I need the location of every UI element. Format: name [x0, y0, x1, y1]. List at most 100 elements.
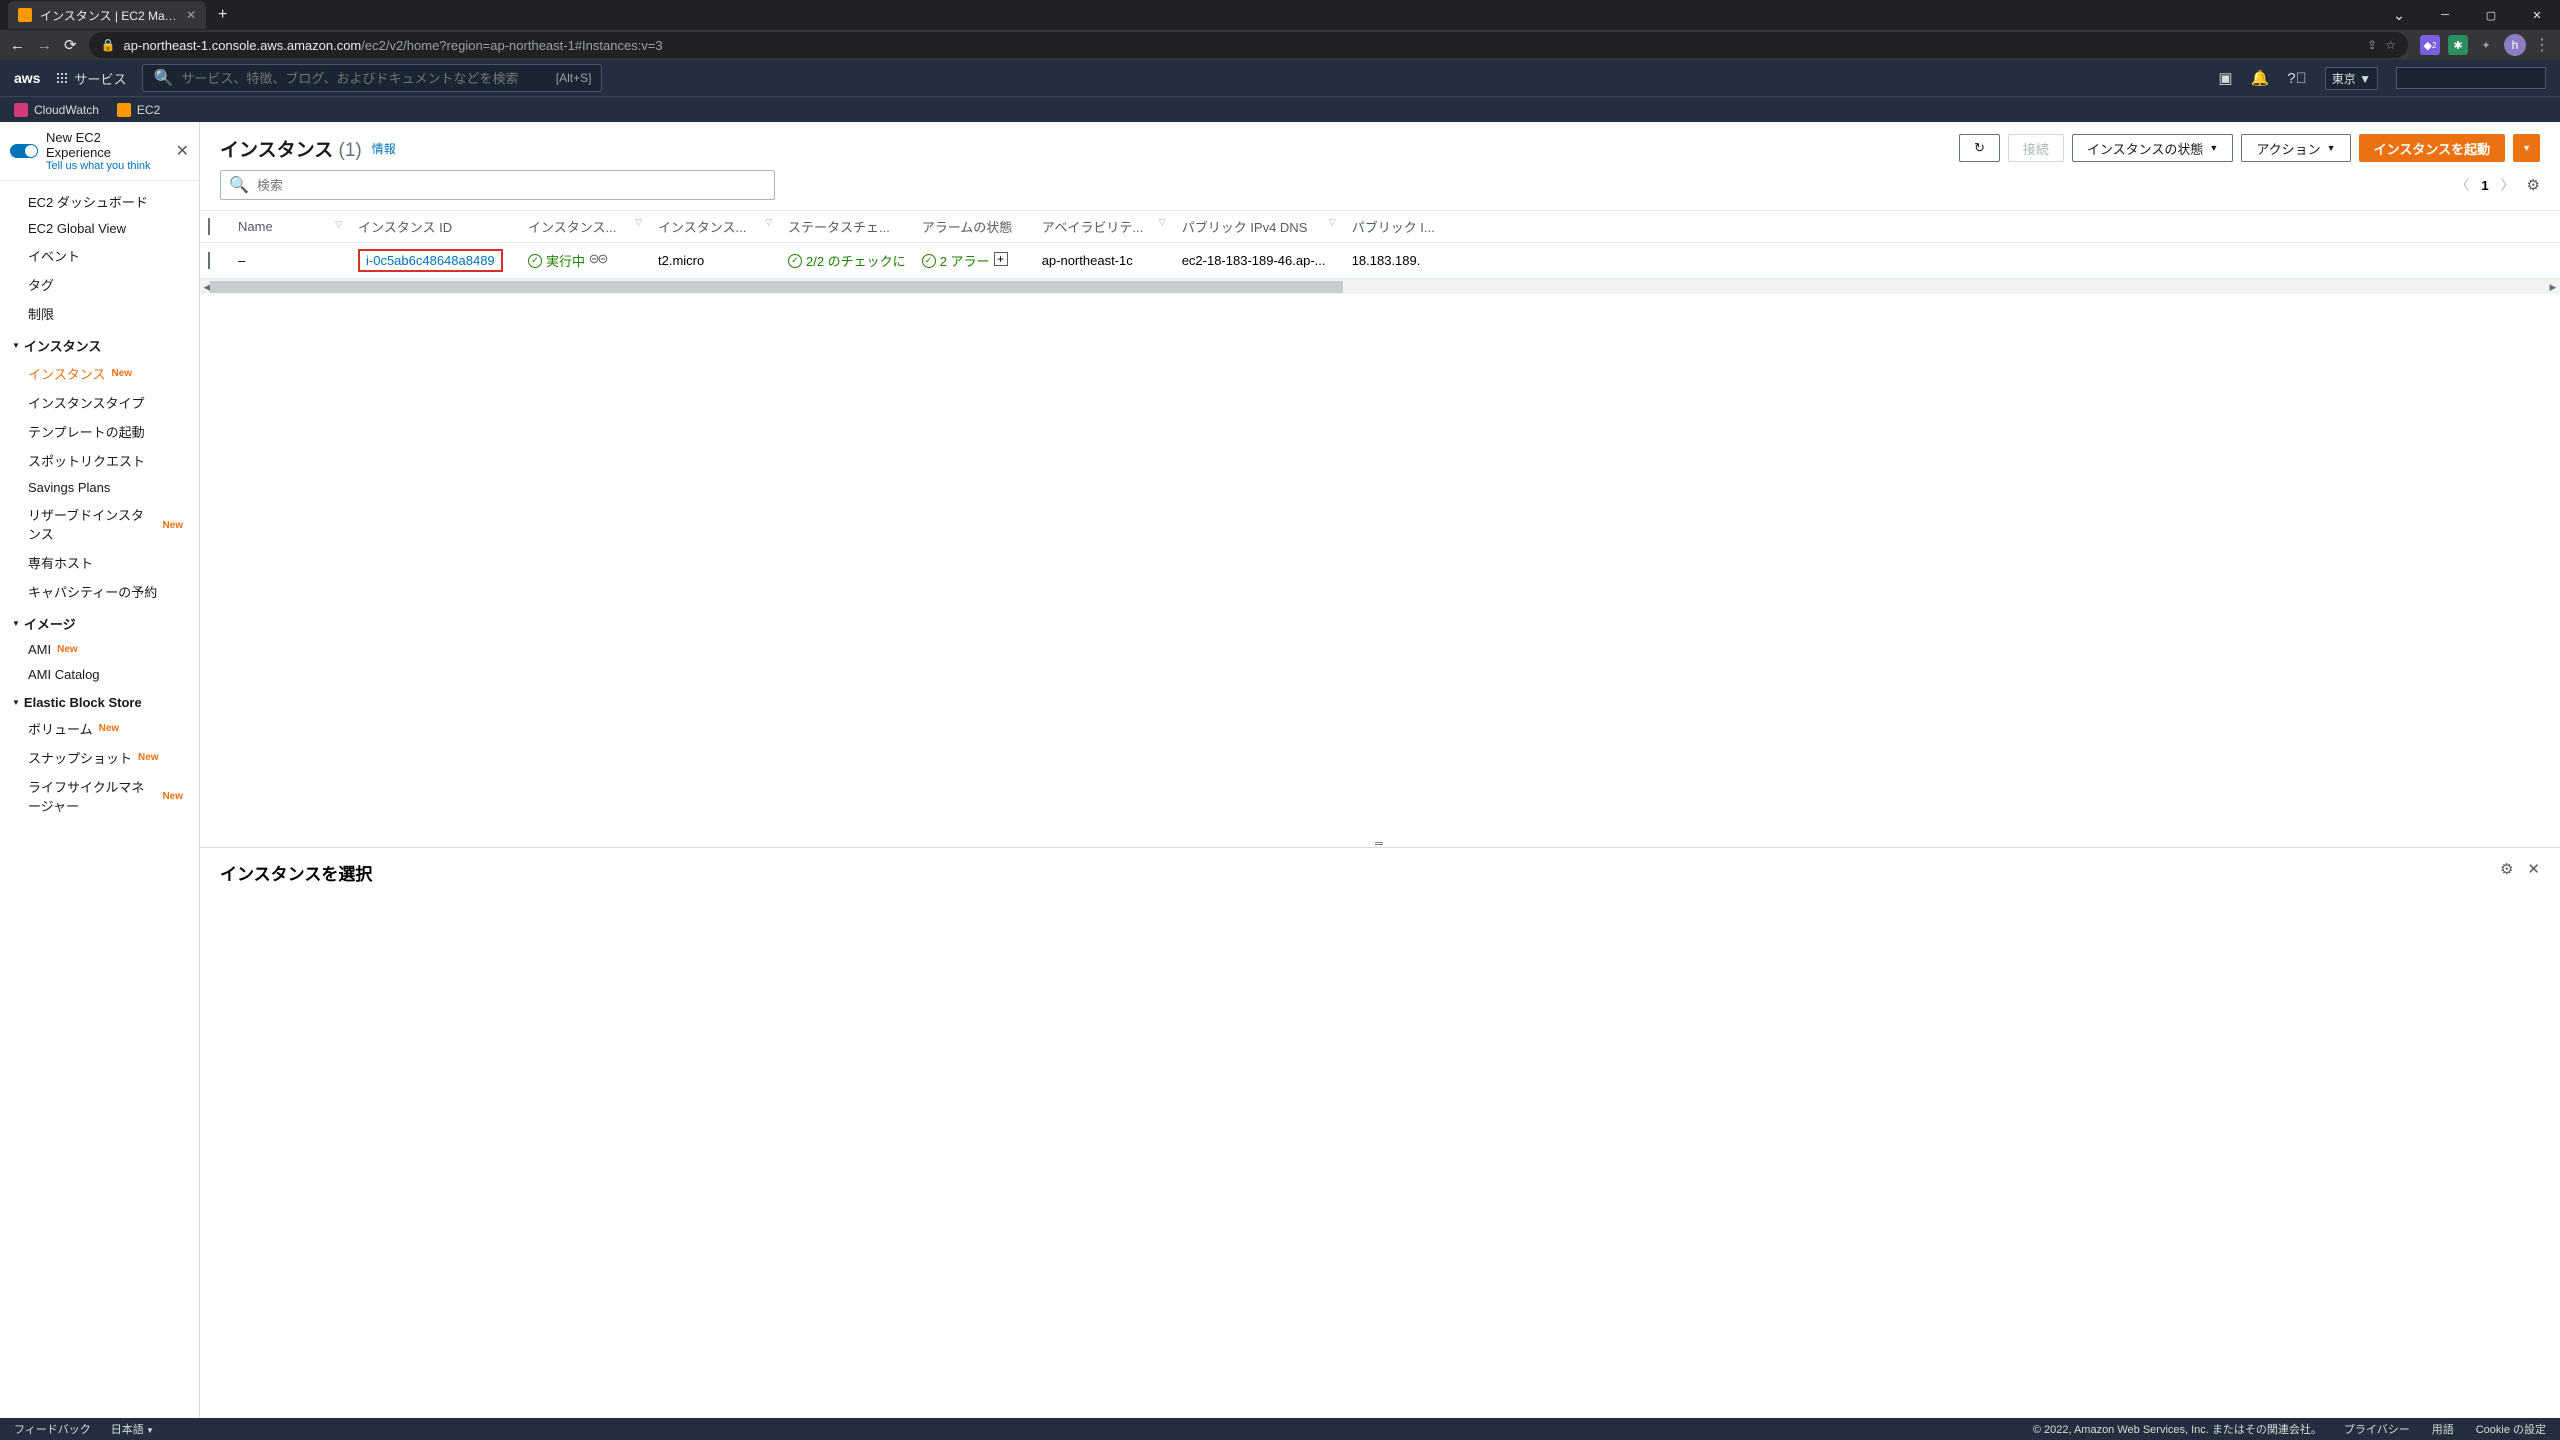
- bookmark-ec2[interactable]: EC2: [117, 103, 160, 117]
- col-status-check[interactable]: ステータスチェ...: [780, 211, 914, 243]
- nav-snapshots[interactable]: スナップショット New: [0, 743, 199, 772]
- page-prev-button: 〈: [2455, 175, 2469, 195]
- experience-feedback-link[interactable]: Tell us what you think: [46, 160, 168, 172]
- account-menu[interactable]: [2396, 67, 2546, 89]
- window-close-button[interactable]: ✕: [2514, 0, 2560, 30]
- extension-2-icon[interactable]: ✱: [2448, 35, 2468, 55]
- bookmark-star-icon[interactable]: ☆: [2385, 38, 2396, 52]
- new-tab-button[interactable]: +: [206, 6, 239, 24]
- aws-search-input[interactable]: [181, 71, 547, 86]
- horizontal-scrollbar[interactable]: ◀ ▶: [200, 280, 2560, 294]
- nav-reload-button[interactable]: ⟳: [64, 36, 77, 54]
- col-availability-zone[interactable]: アベイラビリテ...▽: [1034, 211, 1174, 243]
- window-maximize-button[interactable]: ▢: [2468, 0, 2514, 30]
- detail-close-icon[interactable]: ✕: [2527, 860, 2540, 878]
- aws-search[interactable]: 🔍 [Alt+S]: [142, 64, 602, 92]
- scroll-thumb[interactable]: [210, 281, 1343, 293]
- nav-savings-plans[interactable]: Savings Plans: [0, 475, 199, 500]
- feedback-link[interactable]: フィードバック: [14, 1421, 91, 1437]
- detail-title: インスタンスを選択: [220, 860, 2540, 885]
- nav-instances[interactable]: インスタンスNew: [0, 359, 199, 388]
- row-checkbox[interactable]: [208, 252, 210, 269]
- instance-state-dropdown[interactable]: インスタンスの状態▼: [2072, 134, 2233, 162]
- connect-button: 接続: [2008, 134, 2064, 162]
- nav-section-instances[interactable]: インスタンス: [0, 328, 199, 359]
- col-instance-type[interactable]: インスタンス...▽: [650, 211, 780, 243]
- nav-lifecycle-manager[interactable]: ライフサイクルマネージャー New: [0, 772, 199, 820]
- col-instance-state[interactable]: インスタンス...▽: [520, 211, 650, 243]
- info-link[interactable]: 情報: [372, 140, 396, 157]
- footer-terms[interactable]: 用語: [2432, 1421, 2454, 1437]
- nav-ec2-dashboard[interactable]: EC2 ダッシュボード: [0, 187, 199, 216]
- state-detail-icon[interactable]: ⊝⊝: [589, 251, 607, 266]
- col-public-ip[interactable]: パブリック I...: [1344, 211, 2560, 243]
- nav-section-ebs[interactable]: Elastic Block Store: [0, 687, 199, 714]
- browser-tab[interactable]: インスタンス | EC2 Management Co ✕: [8, 1, 206, 29]
- url-field[interactable]: 🔒 ap-northeast-1.console.aws.amazon.com/…: [89, 32, 2408, 58]
- nav-ami[interactable]: AMI New: [0, 637, 199, 662]
- col-alarm-status[interactable]: アラームの状態: [914, 211, 1034, 243]
- nav-capacity-reservations[interactable]: キャパシティーの予約: [0, 577, 199, 606]
- cloudwatch-icon: [14, 103, 28, 117]
- cell-instance-id[interactable]: i-0c5ab6c48648a8489: [358, 249, 503, 272]
- nav-section-images[interactable]: イメージ: [0, 606, 199, 637]
- launch-instance-dropdown[interactable]: ▼: [2513, 134, 2540, 162]
- scroll-right-arrow[interactable]: ▶: [2546, 280, 2560, 294]
- instances-table: Name▽ インスタンス ID インスタンス...▽ インスタンス...▽ ステ…: [200, 210, 2560, 280]
- page-title: インスタンス (1): [220, 135, 362, 162]
- nav-dedicated-hosts[interactable]: 専有ホスト: [0, 548, 199, 577]
- notifications-bell-icon[interactable]: 🔔: [2251, 69, 2270, 87]
- filter-input[interactable]: [257, 178, 766, 193]
- extension-1-icon[interactable]: ◆2: [2420, 35, 2440, 55]
- page-next-button: 〉: [2501, 175, 2515, 195]
- detail-settings-icon[interactable]: ⚙: [2500, 860, 2513, 878]
- col-public-dns[interactable]: パブリック IPv4 DNS▽: [1174, 211, 1344, 243]
- extensions-puzzle-icon[interactable]: ✦: [2476, 35, 2496, 55]
- filter-search[interactable]: 🔍: [220, 170, 775, 200]
- window-minimize-button[interactable]: ─: [2422, 0, 2468, 30]
- browser-tab-bar: インスタンス | EC2 Management Co ✕ + ─ ▢ ✕: [0, 0, 2560, 30]
- cloudshell-icon[interactable]: ▣: [2218, 69, 2232, 87]
- experience-toggle[interactable]: [10, 144, 38, 158]
- search-icon: 🔍: [153, 68, 173, 88]
- nav-forward-button: →: [37, 37, 52, 54]
- search-shortcut: [Alt+S]: [556, 71, 592, 85]
- tab-close-icon[interactable]: ✕: [186, 8, 196, 22]
- nav-events[interactable]: イベント: [0, 241, 199, 270]
- share-icon[interactable]: ⇪: [2367, 38, 2377, 52]
- nav-instance-types[interactable]: インスタンスタイプ: [0, 388, 199, 417]
- services-menu-button[interactable]: サービス: [56, 69, 126, 88]
- browser-menu-icon[interactable]: ⋮: [2534, 35, 2550, 55]
- actions-dropdown[interactable]: アクション▼: [2241, 134, 2350, 162]
- footer-cookie[interactable]: Cookie の設定: [2476, 1421, 2546, 1437]
- nav-tags[interactable]: タグ: [0, 270, 199, 299]
- add-alarm-button[interactable]: +: [994, 252, 1008, 266]
- experience-close-icon[interactable]: ✕: [176, 141, 189, 161]
- nav-ami-catalog[interactable]: AMI Catalog: [0, 662, 199, 687]
- table-settings-icon[interactable]: ⚙: [2527, 176, 2540, 194]
- table-row[interactable]: – i-0c5ab6c48648a8489 実行中 ⊝⊝ t2.micro 2/…: [200, 243, 2560, 279]
- launch-instance-button[interactable]: インスタンスを起動: [2359, 134, 2505, 162]
- help-icon[interactable]: ?⃝: [2287, 70, 2307, 87]
- cell-ip: 18.183.189.: [1344, 243, 2560, 279]
- bookmark-cloudwatch[interactable]: CloudWatch: [14, 103, 99, 117]
- region-selector[interactable]: 東京 ▼: [2325, 67, 2378, 90]
- select-all-checkbox[interactable]: [208, 218, 210, 235]
- col-name[interactable]: Name▽: [230, 211, 350, 243]
- language-selector[interactable]: 日本語: [111, 1421, 154, 1437]
- refresh-button[interactable]: ↻: [1959, 134, 2000, 162]
- nav-spot-requests[interactable]: スポットリクエスト: [0, 446, 199, 475]
- footer-privacy[interactable]: プライバシー: [2344, 1421, 2410, 1437]
- aws-logo[interactable]: aws: [14, 70, 40, 86]
- nav-limits[interactable]: 制限: [0, 299, 199, 328]
- nav-back-button[interactable]: ←: [10, 37, 25, 54]
- nav-launch-templates[interactable]: テンプレートの起動: [0, 417, 199, 446]
- footer-copyright: © 2022, Amazon Web Services, Inc. またはその関…: [2033, 1421, 2322, 1437]
- nav-ec2-global-view[interactable]: EC2 Global View: [0, 216, 199, 241]
- lock-icon: 🔒: [101, 38, 116, 52]
- profile-avatar[interactable]: h: [2504, 34, 2526, 56]
- nav-volumes[interactable]: ボリューム New: [0, 714, 199, 743]
- browser-dropdown-icon[interactable]: [2376, 0, 2422, 30]
- nav-reserved-instances[interactable]: リザーブドインスタンスNew: [0, 500, 199, 548]
- col-instance-id[interactable]: インスタンス ID: [350, 211, 520, 243]
